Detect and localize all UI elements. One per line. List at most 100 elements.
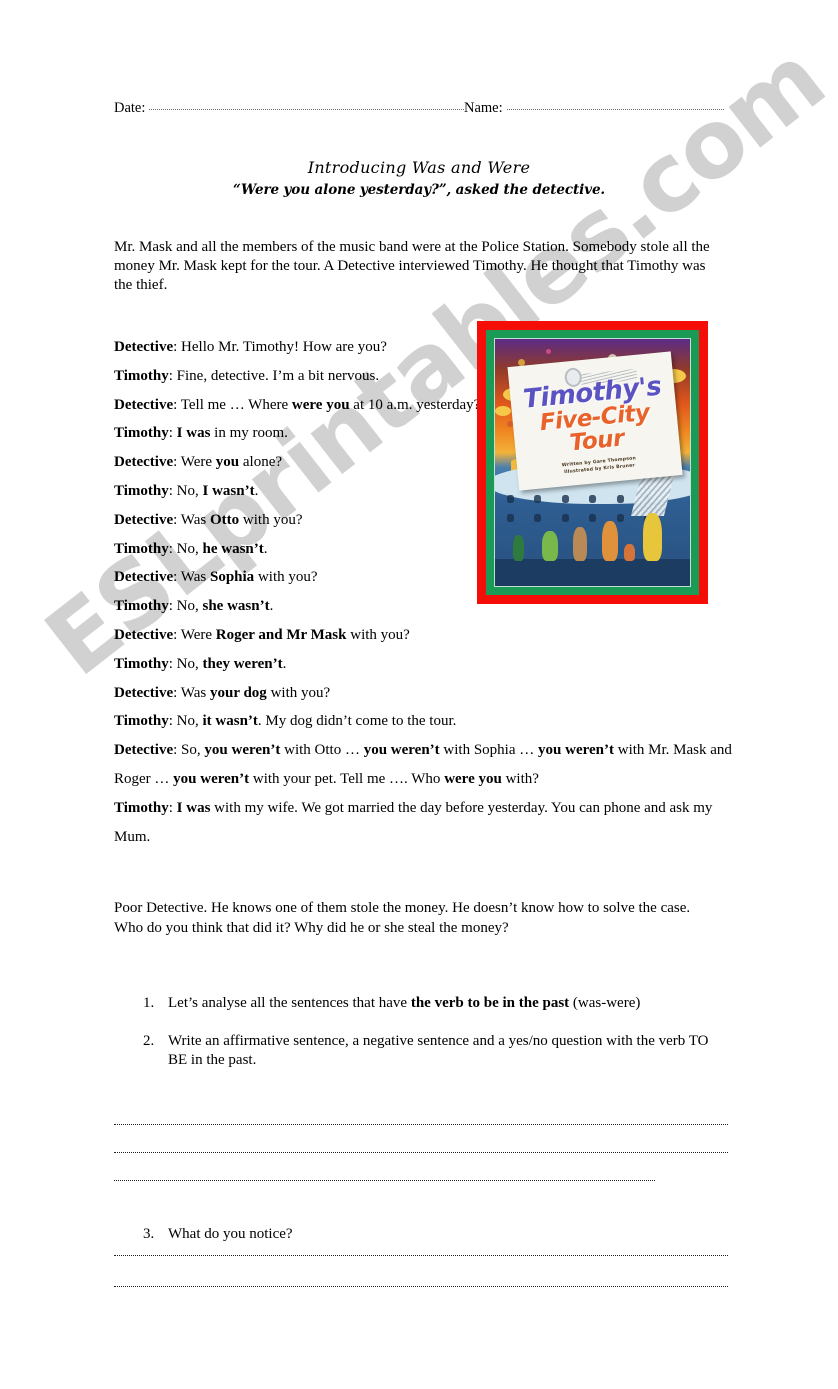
answer-line[interactable] bbox=[114, 1124, 728, 1125]
task-number: 1. bbox=[143, 995, 155, 1011]
emphasised-text: I was bbox=[176, 799, 211, 816]
dialogue-text: : No, bbox=[168, 655, 203, 672]
dialogue-text: : bbox=[168, 799, 177, 816]
dialogue-text: . bbox=[282, 655, 287, 672]
dialogue-line: Timothy: I was with my wife. We got marr… bbox=[114, 794, 732, 852]
dialogue-text: : Was bbox=[173, 511, 210, 528]
dialogue-text: : bbox=[168, 425, 177, 442]
answer-line[interactable] bbox=[114, 1180, 655, 1181]
worksheet-subtitle: “Were you alone yesterday?”, asked the d… bbox=[232, 182, 606, 198]
dialogue-text: : Fine, detective. I’m a bit nervous. bbox=[168, 367, 380, 384]
date-field: Date: bbox=[114, 99, 464, 117]
dialogue-text: . bbox=[269, 598, 274, 615]
task-number: 3. bbox=[143, 1226, 155, 1242]
answer-line[interactable] bbox=[114, 1152, 728, 1153]
dialogue-text: : Hello Mr. Timothy! How are you? bbox=[173, 339, 387, 355]
emphasised-text: it wasn’t bbox=[202, 713, 258, 730]
airplane-window bbox=[589, 514, 597, 523]
character-figure bbox=[602, 521, 619, 562]
dialogue-text: : No, bbox=[168, 482, 203, 499]
task-text: Write an affirmative sentence, a negativ… bbox=[168, 1032, 723, 1071]
airplane-window bbox=[589, 494, 597, 503]
character-figure bbox=[643, 513, 663, 562]
dialogue-line: Detective: So, you weren’t with Otto … y… bbox=[114, 736, 732, 794]
dialogue-speaker: Timothy bbox=[114, 799, 169, 816]
dialogue-line: Timothy: No, they weren’t. bbox=[114, 650, 732, 679]
emphasised-text: Otto bbox=[209, 511, 240, 528]
airplane-window bbox=[561, 494, 569, 503]
dialogue-line: Timothy: No, it wasn’t. My dog didn’t co… bbox=[114, 707, 732, 736]
dialogue-text: : Tell me … Where bbox=[173, 396, 292, 413]
emphasised-text: they weren’t bbox=[202, 655, 283, 672]
emphasised-text: you weren’t bbox=[204, 742, 281, 759]
dialogue-text: in my room. bbox=[210, 425, 288, 442]
dialogue-text: with you? bbox=[254, 569, 318, 586]
date-label: Date: bbox=[114, 100, 146, 116]
dialogue-speaker: Detective bbox=[114, 626, 174, 643]
task-text-run: Let’s analyse all the sentences that hav… bbox=[168, 995, 411, 1011]
answer-line[interactable] bbox=[114, 1286, 728, 1287]
tarmac-ground bbox=[495, 558, 690, 586]
dialogue-text: : Was bbox=[173, 684, 210, 701]
dialogue-text: : Were bbox=[173, 454, 216, 471]
dialogue-speaker: Timothy bbox=[114, 713, 169, 730]
dialogue-speaker: Timothy bbox=[114, 425, 169, 442]
dialogue-line: Detective: Were Roger and Mr Mask with y… bbox=[114, 621, 732, 650]
book-cover-illustration: Timothy's Five-City Tour Written by Gare… bbox=[494, 338, 691, 587]
airplane-window bbox=[534, 494, 542, 503]
airplane-windows-row bbox=[506, 494, 651, 503]
emphasised-text: you weren’t bbox=[538, 742, 614, 759]
airplane-window bbox=[616, 514, 624, 523]
dialogue-text: with Sophia … bbox=[439, 742, 539, 759]
task-item-3: 3. What do you notice? bbox=[143, 1226, 293, 1243]
task-number: 2. bbox=[143, 1032, 155, 1049]
character-figure bbox=[573, 527, 587, 562]
task-item: 2. Write an affirmative sentence, a negat… bbox=[143, 1032, 723, 1071]
name-input-line[interactable] bbox=[506, 97, 724, 110]
dialogue-speaker: Timothy bbox=[114, 367, 169, 384]
dialogue-speaker: Detective bbox=[114, 396, 174, 413]
dialogue-speaker: Detective bbox=[114, 684, 174, 701]
emphasised-text: I wasn’t bbox=[202, 482, 255, 499]
dialogue-text: . bbox=[263, 540, 268, 557]
dialogue-text: at 10 a.m. yesterday? bbox=[349, 396, 481, 413]
book-title-sign: Timothy's Five-City Tour Written by Gare… bbox=[507, 351, 682, 490]
character-figure bbox=[541, 531, 558, 562]
task-item: 1. Let’s analyse all the sentences that h… bbox=[143, 994, 723, 1014]
dialogue-text: : So, bbox=[173, 742, 205, 759]
emphasised-text: you weren’t bbox=[363, 742, 440, 759]
dialogue-text: : Were bbox=[173, 626, 216, 643]
dialogue-line: Detective: Was your dog with you? bbox=[114, 679, 732, 708]
character-figure bbox=[512, 535, 524, 562]
task-text: Let’s analyse all the sentences that hav… bbox=[168, 994, 723, 1014]
dialogue-text: alone? bbox=[239, 454, 283, 471]
dialogue-text: . My dog didn’t come to the tour. bbox=[257, 713, 457, 730]
task-list: 1. Let’s analyse all the sentences that h… bbox=[143, 994, 723, 1089]
worksheet-title: Introducing Was and Were bbox=[307, 158, 531, 177]
dialogue-text: . bbox=[254, 482, 259, 499]
emphasised-text: Sophia bbox=[209, 569, 255, 586]
dialogue-text: : No, bbox=[168, 713, 203, 730]
dialogue-speaker: Detective bbox=[114, 339, 174, 355]
dialogue-speaker: Detective bbox=[114, 742, 174, 759]
emphasised-text: were you bbox=[291, 396, 350, 413]
cloud-shape bbox=[495, 405, 511, 416]
dialogue-text: : Was bbox=[173, 569, 210, 586]
name-label: Name: bbox=[464, 100, 503, 116]
dialogue-speaker: Timothy bbox=[114, 540, 169, 557]
airplane-window bbox=[561, 514, 569, 523]
character-figure bbox=[623, 544, 635, 562]
emphasised-text: the verb to be in the past bbox=[410, 995, 570, 1011]
answer-line[interactable] bbox=[114, 1255, 728, 1256]
confetti-dot bbox=[545, 348, 551, 354]
title-block: Introducing Was and Were “Were you alone… bbox=[0, 158, 838, 198]
airplane-window bbox=[616, 494, 624, 503]
dialogue-text: with Otto … bbox=[280, 742, 364, 759]
emphasised-text: Roger and Mr Mask bbox=[215, 626, 347, 643]
dialogue-speaker: Timothy bbox=[114, 655, 169, 672]
date-input-line[interactable] bbox=[149, 97, 464, 110]
closing-paragraph: Poor Detective. He knows one of them sto… bbox=[114, 899, 726, 938]
student-info-row: Date: Name: bbox=[114, 99, 724, 117]
dialogue-speaker: Timothy bbox=[114, 598, 169, 615]
dialogue-text: : No, bbox=[168, 540, 203, 557]
